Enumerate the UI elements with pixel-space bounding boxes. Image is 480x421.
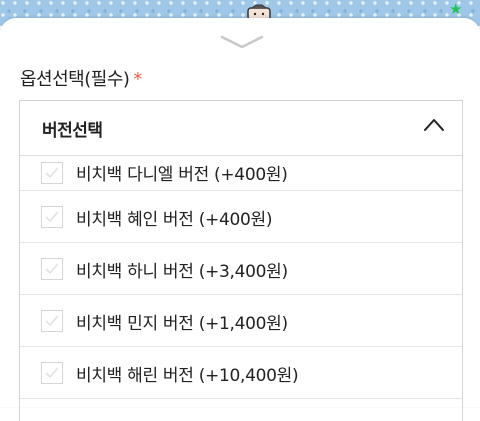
option-item[interactable]: 비치백 다니엘 버전 (+400원)	[20, 156, 462, 191]
chevron-up-icon[interactable]	[424, 118, 444, 132]
version-select-title: 버전선택	[42, 121, 103, 141]
option-label: 비치백 민지 버전 (+1,400원)	[76, 314, 288, 334]
option-label: 비치백 다니엘 버전 (+400원)	[76, 165, 288, 185]
chevron-down-icon[interactable]	[220, 34, 264, 50]
option-label: 비치백 하니 버전 (+3,400원)	[76, 262, 288, 282]
check-icon	[45, 263, 59, 275]
section-label-text: 옵션선택(필수)	[20, 69, 130, 90]
star-icon: ★	[449, 0, 463, 18]
option-checkbox[interactable]	[41, 362, 63, 384]
option-item[interactable]: 비치백 해린 버전 (+10,400원)	[20, 347, 462, 399]
option-item[interactable]: 비치백 혜인 버전 (+400원)	[20, 191, 462, 243]
check-icon	[45, 367, 59, 379]
option-checkbox[interactable]	[41, 258, 63, 280]
option-item[interactable]: 비치백 민지 버전 (+1,400원)	[20, 295, 462, 347]
option-label: 비치백 해린 버전 (+10,400원)	[76, 366, 299, 386]
version-select-dropdown: 버전선택 비치백 다니엘 버전 (+400원) 비치백 혜인 버전 (+400원…	[19, 100, 463, 421]
option-checkbox[interactable]	[41, 162, 63, 184]
option-item[interactable]: 비치백 하니 버전 (+3,400원)	[20, 243, 462, 295]
check-icon	[45, 211, 59, 223]
required-mark: *	[133, 69, 142, 90]
option-checkbox[interactable]	[41, 310, 63, 332]
check-icon	[45, 167, 59, 179]
version-option-list: 비치백 다니엘 버전 (+400원) 비치백 혜인 버전 (+400원) 비치백…	[20, 156, 462, 399]
version-select-header[interactable]: 버전선택	[20, 101, 462, 156]
option-section-label: 옵션선택(필수) *	[20, 65, 142, 91]
option-checkbox[interactable]	[41, 206, 63, 228]
option-label: 비치백 혜인 버전 (+400원)	[76, 210, 273, 230]
option-bottom-sheet: 옵션선택(필수) * 버전선택 비치백 다니엘 버전 (+400원) 비치백 혜인…	[0, 18, 480, 421]
check-icon	[45, 315, 59, 327]
